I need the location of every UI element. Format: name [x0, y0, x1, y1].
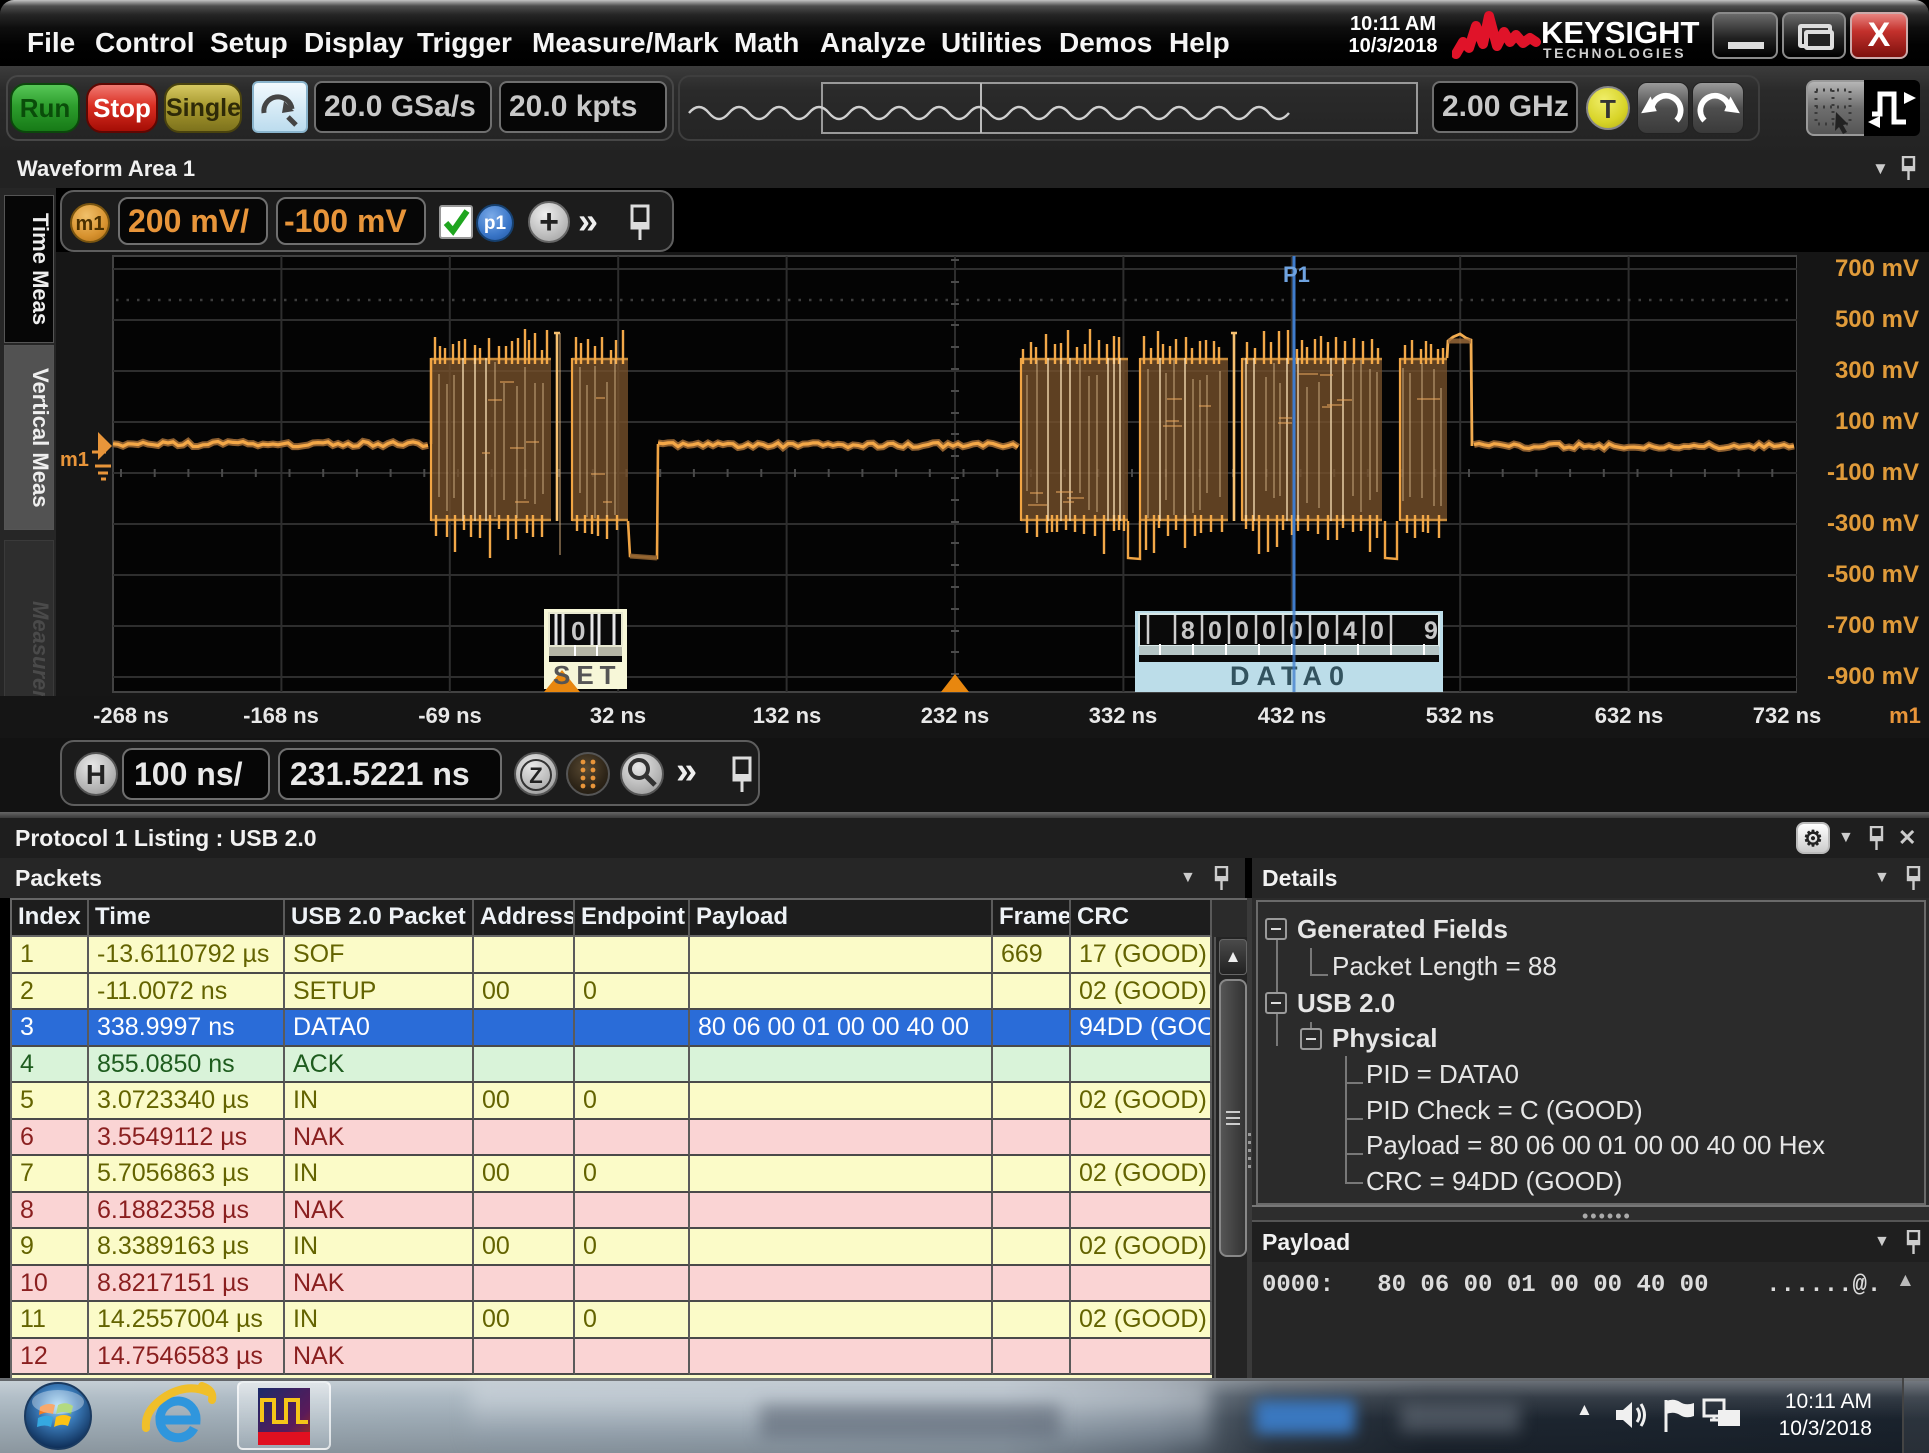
svg-text:0: 0 [1316, 617, 1330, 645]
svg-text:0: 0 [571, 616, 585, 646]
svg-text:0: 0 [1289, 617, 1303, 645]
svg-text:m1: m1 [60, 449, 89, 471]
svg-text:4: 4 [1343, 617, 1357, 645]
svg-text:9: 9 [1424, 617, 1438, 645]
svg-text:SET: SET [553, 660, 622, 690]
svg-text:8: 8 [1181, 617, 1195, 645]
svg-text:0: 0 [1370, 617, 1384, 645]
svg-text:DATA0: DATA0 [1230, 661, 1351, 691]
svg-text:P1: P1 [1283, 262, 1310, 287]
svg-text:0: 0 [1235, 617, 1249, 645]
svg-text:0: 0 [1262, 617, 1276, 645]
svg-text:0: 0 [1208, 617, 1222, 645]
